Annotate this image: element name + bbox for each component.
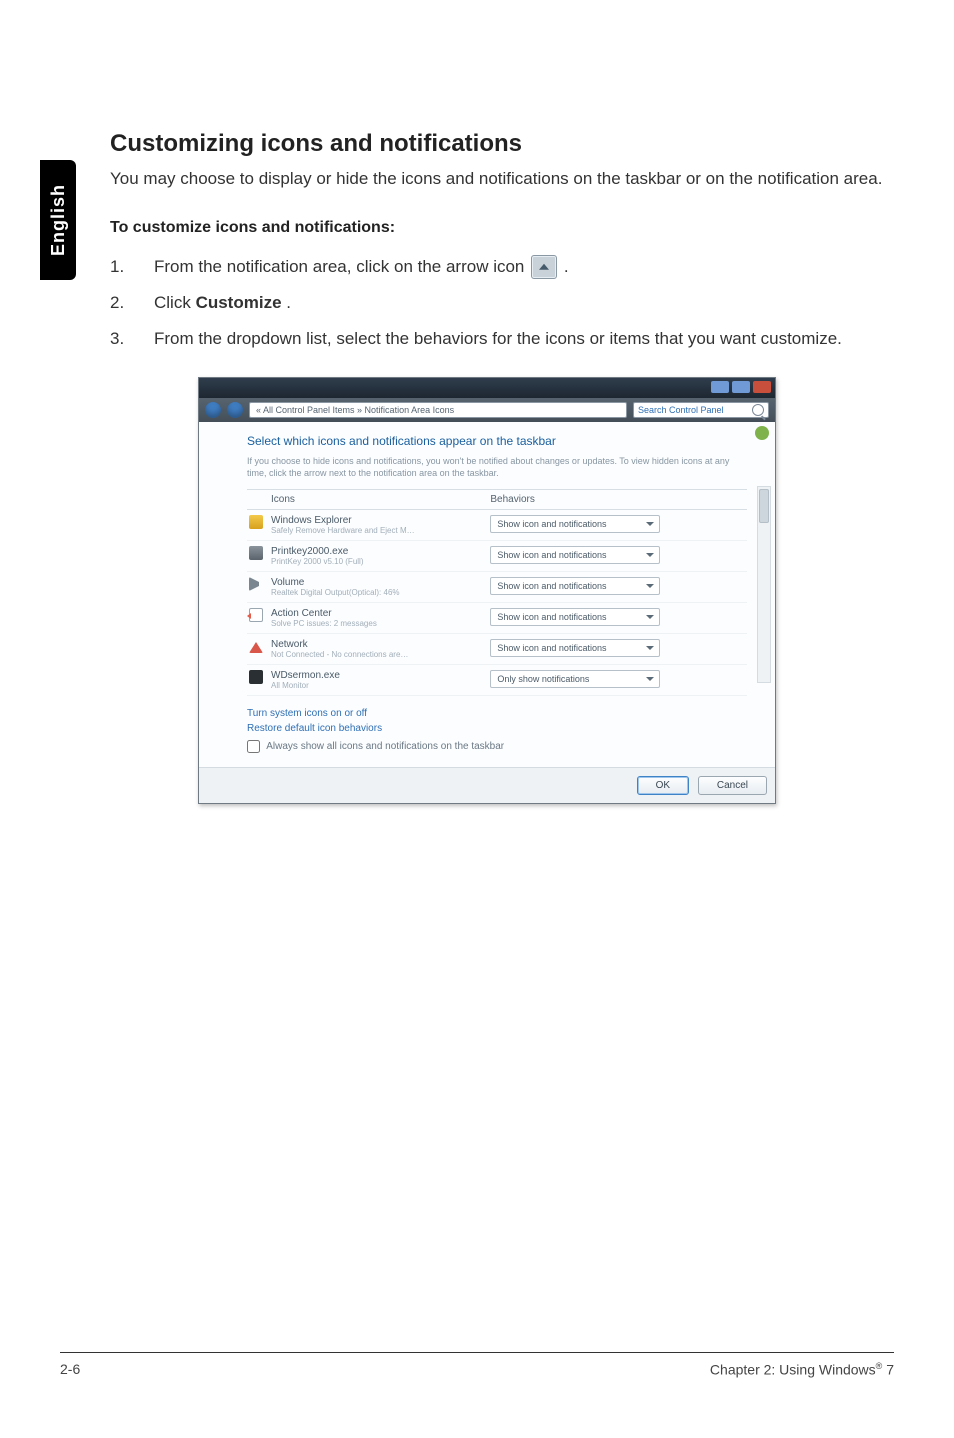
arrow-up-icon xyxy=(531,255,557,279)
col-behaviors: Behaviors xyxy=(488,490,747,510)
row-name: Action Center xyxy=(271,608,486,619)
printer-icon xyxy=(249,546,263,560)
step-2-bold: Customize xyxy=(196,293,282,312)
address-bar: « All Control Panel Items » Notification… xyxy=(199,398,775,422)
row-name: Windows Explorer xyxy=(271,515,486,526)
panel-hint: If you choose to hide icons and notifica… xyxy=(247,456,747,479)
cancel-button[interactable]: Cancel xyxy=(698,776,767,795)
search-icon[interactable] xyxy=(752,404,764,416)
window-titlebar xyxy=(199,378,775,398)
breadcrumb[interactable]: « All Control Panel Items » Notification… xyxy=(249,402,627,418)
row-sub: Solve PC issues: 2 messages xyxy=(271,619,486,628)
scrollbar[interactable] xyxy=(757,486,771,683)
links-area: Turn system icons on or off Restore defa… xyxy=(247,696,747,753)
page-footer: 2-6 Chapter 2: Using Windows® 7 xyxy=(60,1352,894,1378)
step-2-text-a: Click xyxy=(154,293,196,312)
behavior-dropdown[interactable]: Show icon and notifications xyxy=(490,608,660,626)
ok-button[interactable]: OK xyxy=(637,776,689,795)
behavior-dropdown[interactable]: Only show notifications xyxy=(490,670,660,688)
content-area: Customizing icons and notifications You … xyxy=(110,130,900,804)
maximize-icon[interactable] xyxy=(732,381,750,393)
window-buttons xyxy=(711,381,771,393)
table-row: Action Center Solve PC issues: 2 message… xyxy=(247,603,747,634)
intro-text: You may choose to display or hide the ic… xyxy=(110,168,900,191)
volume-icon xyxy=(249,577,263,591)
screenshot-window: « All Control Panel Items » Notification… xyxy=(198,377,776,804)
col-icons: Icons xyxy=(269,490,488,510)
gear-icon[interactable] xyxy=(755,426,769,440)
row-sub: Realtek Digital Output(Optical): 46% xyxy=(271,588,486,597)
language-tab-label: English xyxy=(48,184,69,256)
behavior-dropdown[interactable]: Show icon and notifications xyxy=(490,639,660,657)
behavior-dropdown[interactable]: Show icon and notifications xyxy=(490,515,660,533)
button-bar: OK Cancel xyxy=(199,767,775,803)
row-name: Printkey2000.exe xyxy=(271,546,486,557)
icons-table: Icons Behaviors Windows Explorer Safely … xyxy=(247,489,747,696)
table-row: Network Not Connected - No connections a… xyxy=(247,634,747,665)
step-1-text-b: . xyxy=(564,257,569,276)
page-number: 2-6 xyxy=(60,1361,80,1378)
search-field[interactable]: Search Control Panel xyxy=(633,402,769,418)
steps-list: From the notification area, click on the… xyxy=(110,255,900,351)
flag-icon xyxy=(249,608,263,622)
always-show-checkbox-label[interactable]: Always show all icons and notifications … xyxy=(247,740,747,753)
minimize-icon[interactable] xyxy=(711,381,729,393)
behavior-dropdown[interactable]: Show icon and notifications xyxy=(490,546,660,564)
back-icon[interactable] xyxy=(205,402,221,418)
close-icon[interactable] xyxy=(753,381,771,393)
explorer-icon xyxy=(249,515,263,529)
table-row: Windows Explorer Safely Remove Hardware … xyxy=(247,510,747,541)
chapter-label: Chapter 2: Using Windows® 7 xyxy=(710,1361,894,1378)
forward-icon[interactable] xyxy=(227,402,243,418)
always-show-text: Always show all icons and notifications … xyxy=(266,742,504,753)
window-body: Select which icons and notifications app… xyxy=(199,422,775,767)
row-name: WDsermon.exe xyxy=(271,670,486,681)
table-row: Volume Realtek Digital Output(Optical): … xyxy=(247,572,747,603)
subheading: To customize icons and notifications: xyxy=(110,219,900,237)
step-3-text: From the dropdown list, select the behav… xyxy=(154,329,842,348)
row-sub: PrintKey 2000 v5.10 (Full) xyxy=(271,557,486,566)
search-placeholder: Search Control Panel xyxy=(638,405,748,415)
step-2: Click Customize . xyxy=(110,291,900,315)
step-1: From the notification area, click on the… xyxy=(110,255,900,280)
link-system-icons[interactable]: Turn system icons on or off xyxy=(247,708,747,719)
page-title: Customizing icons and notifications xyxy=(110,130,900,158)
row-sub: Safely Remove Hardware and Eject M… xyxy=(271,526,486,535)
always-show-checkbox[interactable] xyxy=(247,740,260,753)
table-row: WDsermon.exe All Monitor Only show notif… xyxy=(247,665,747,696)
step-3: From the dropdown list, select the behav… xyxy=(110,327,900,351)
behavior-dropdown[interactable]: Show icon and notifications xyxy=(490,577,660,595)
row-sub: All Monitor xyxy=(271,681,486,690)
panel-header: Select which icons and notifications app… xyxy=(247,434,747,448)
row-name: Network xyxy=(271,639,486,650)
step-2-text-c: . xyxy=(286,293,291,312)
step-1-text-a: From the notification area, click on the… xyxy=(154,257,529,276)
link-restore-defaults[interactable]: Restore default icon behaviors xyxy=(247,723,747,734)
row-sub: Not Connected - No connections are… xyxy=(271,650,486,659)
scrollbar-thumb[interactable] xyxy=(759,489,769,523)
monitor-icon xyxy=(249,670,263,684)
language-tab: English xyxy=(40,160,76,280)
row-name: Volume xyxy=(271,577,486,588)
table-row: Printkey2000.exe PrintKey 2000 v5.10 (Fu… xyxy=(247,541,747,572)
network-icon xyxy=(249,639,263,653)
